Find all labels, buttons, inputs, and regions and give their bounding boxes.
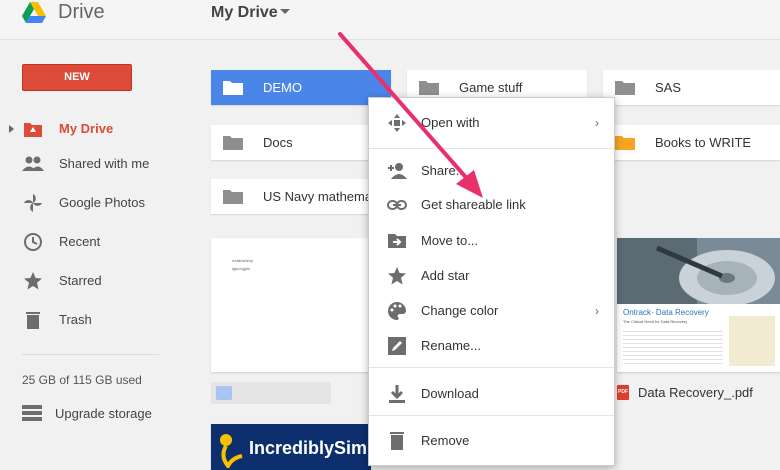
folder-icon bbox=[615, 136, 635, 150]
menu-item-download[interactable]: Download bbox=[369, 377, 614, 409]
pdf-body-lines bbox=[623, 328, 723, 364]
sidebar-item-label: Shared with me bbox=[59, 156, 150, 171]
people-icon bbox=[22, 156, 44, 171]
banner-text: IncrediblySim bbox=[249, 438, 368, 458]
sidebar-divider bbox=[22, 354, 159, 355]
doc-thumbnail[interactable]: Anfänsheny lglpougjdn bbox=[211, 238, 371, 372]
download-icon bbox=[389, 385, 405, 403]
folder-icon bbox=[615, 81, 635, 95]
menu-item-add-star[interactable]: Add star bbox=[369, 259, 614, 291]
menu-separator bbox=[369, 415, 614, 416]
menu-item-label: Get shareable link bbox=[421, 197, 526, 212]
my-drive-icon bbox=[24, 123, 42, 137]
folder-icon bbox=[223, 136, 243, 150]
pdf-file-label[interactable]: PDF Data Recovery_.pdf bbox=[617, 382, 780, 404]
star-icon bbox=[388, 267, 406, 285]
menu-item-label: Rename... bbox=[421, 338, 481, 353]
file-name: Data Recovery_.pdf bbox=[638, 385, 753, 400]
sidebar-item-label: My Drive bbox=[59, 121, 114, 136]
folder-icon bbox=[223, 81, 243, 95]
sidebar-item-starred[interactable]: Starred bbox=[0, 266, 190, 296]
menu-item-open-with[interactable]: Open with › bbox=[369, 106, 614, 138]
doc-preview-text: Anfänsheny bbox=[232, 258, 254, 263]
file-type-icon bbox=[216, 386, 232, 400]
pdf-badge-icon: PDF bbox=[617, 385, 629, 400]
incrediblysimple-logo-icon bbox=[220, 434, 243, 468]
folder-name: Game stuff bbox=[459, 80, 523, 95]
folder-name: DEMO bbox=[263, 80, 302, 95]
palette-icon bbox=[388, 302, 406, 320]
context-menu: Open with › Share... Get shareable link … bbox=[368, 97, 615, 466]
folder-name: US Navy mathema bbox=[263, 189, 373, 204]
open-with-icon bbox=[388, 114, 406, 132]
folder-icon bbox=[223, 190, 243, 204]
pdf-thumbnail[interactable]: Ontrack· Data Recovery The Critical Need… bbox=[617, 238, 780, 372]
sidebar-item-label: Starred bbox=[59, 273, 102, 288]
star-icon bbox=[24, 272, 42, 290]
folder-item[interactable]: DEMO bbox=[211, 70, 391, 105]
pdf-sidebar-box bbox=[729, 316, 775, 366]
folder-item[interactable]: Books to WRITE bbox=[603, 125, 780, 160]
folder-icon bbox=[419, 81, 439, 95]
folder-name: Books to WRITE bbox=[655, 135, 752, 150]
folder-name: Docs bbox=[263, 135, 293, 150]
folder-item[interactable]: US Navy mathema bbox=[211, 179, 391, 214]
storage-bars-icon bbox=[22, 405, 42, 421]
submenu-arrow-icon: › bbox=[595, 304, 599, 318]
sidebar-item-label: Recent bbox=[59, 234, 101, 249]
sidebar-item-shared[interactable]: Shared with me bbox=[0, 149, 190, 179]
menu-item-label: Share... bbox=[421, 163, 467, 178]
sidebar-item-photos[interactable]: Google Photos bbox=[0, 188, 190, 218]
sidebar-item-recent[interactable]: Recent bbox=[0, 227, 190, 257]
trash-icon bbox=[26, 312, 40, 329]
menu-item-label: Add star bbox=[421, 268, 470, 283]
sidebar-item-my-drive[interactable]: My Drive bbox=[0, 114, 190, 144]
folder-item[interactable]: Docs bbox=[211, 125, 391, 160]
submenu-arrow-icon: › bbox=[595, 116, 599, 130]
pdf-title: Ontrack· Data Recovery bbox=[623, 308, 709, 317]
expand-arrow-icon[interactable] bbox=[9, 125, 14, 133]
incrediblysimple-thumbnail[interactable]: IncrediblySim bbox=[211, 424, 371, 470]
menu-separator bbox=[369, 148, 614, 149]
storage-usage-text: 25 GB of 115 GB used bbox=[22, 373, 142, 387]
folder-item[interactable]: SAS bbox=[603, 70, 780, 105]
hard-drive-image bbox=[617, 238, 780, 304]
top-bar: Drive My Drive bbox=[0, 0, 780, 40]
menu-item-label: Open with bbox=[421, 115, 480, 130]
move-folder-icon bbox=[388, 234, 406, 248]
rename-pencil-icon bbox=[388, 337, 406, 355]
menu-item-change-color[interactable]: Change color › bbox=[369, 294, 614, 326]
clock-icon bbox=[24, 233, 42, 251]
menu-item-label: Remove bbox=[421, 433, 470, 448]
app-name: Drive bbox=[58, 1, 105, 23]
menu-item-label: Change color bbox=[421, 303, 499, 318]
menu-item-share[interactable]: Share... bbox=[369, 154, 614, 186]
sidebar: NEW My Drive Shared with me Google Photo… bbox=[0, 41, 190, 470]
upgrade-storage-link[interactable]: Upgrade storage bbox=[22, 402, 182, 426]
menu-separator bbox=[369, 367, 614, 368]
new-button[interactable]: NEW bbox=[22, 64, 132, 91]
upgrade-storage-label: Upgrade storage bbox=[55, 406, 152, 421]
photos-pinwheel-icon bbox=[24, 194, 42, 212]
menu-item-label: Download bbox=[421, 386, 479, 401]
share-person-icon bbox=[388, 163, 407, 179]
link-icon bbox=[387, 200, 407, 210]
doc-preview-text: lglpougjdn bbox=[232, 266, 251, 271]
sidebar-item-label: Google Photos bbox=[59, 195, 146, 210]
location-dropdown[interactable]: My Drive bbox=[211, 4, 278, 22]
pdf-subtitle: The Critical Need for Data Recovery bbox=[623, 319, 688, 324]
drive-logo-icon[interactable] bbox=[22, 2, 46, 24]
trash-icon bbox=[390, 432, 404, 450]
menu-item-move-to[interactable]: Move to... bbox=[369, 224, 614, 256]
sidebar-item-label: Trash bbox=[59, 312, 92, 327]
chevron-down-icon[interactable] bbox=[280, 9, 290, 14]
menu-item-get-shareable-link[interactable]: Get shareable link bbox=[369, 188, 614, 220]
menu-item-remove[interactable]: Remove bbox=[369, 424, 614, 456]
sidebar-item-trash[interactable]: Trash bbox=[0, 305, 190, 335]
menu-item-label: Move to... bbox=[421, 233, 479, 248]
folder-name: SAS bbox=[655, 80, 682, 95]
menu-item-rename[interactable]: Rename... bbox=[369, 329, 614, 361]
